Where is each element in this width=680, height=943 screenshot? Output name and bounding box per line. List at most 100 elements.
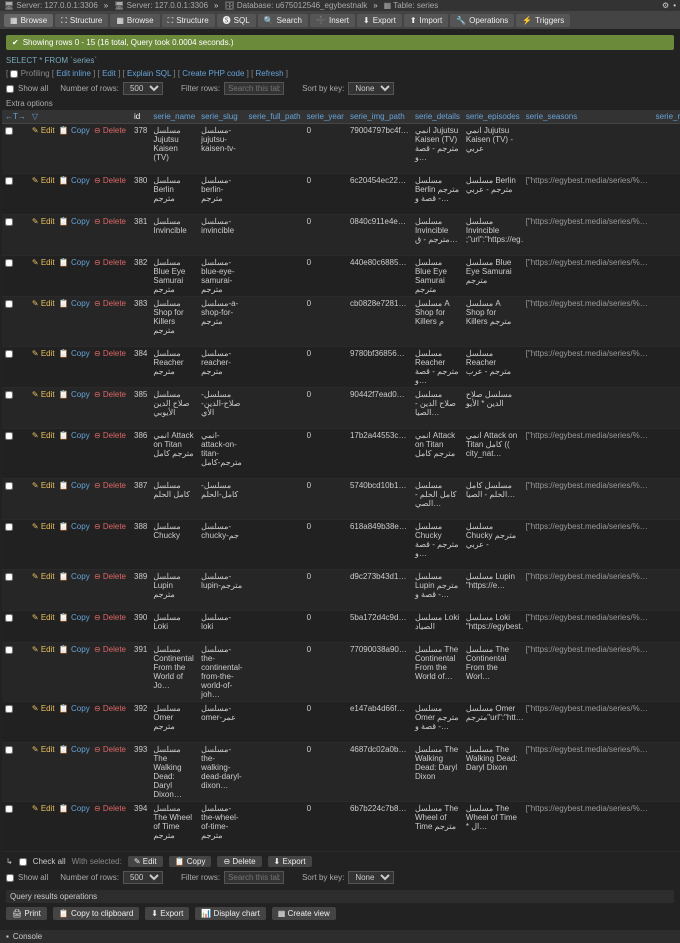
tab-operations[interactable]: 🔧 Operations — [450, 14, 514, 27]
bulk-export[interactable]: ⬇ Export — [268, 856, 312, 867]
check-all-checkbox[interactable] — [19, 858, 27, 866]
row-delete[interactable]: ⊖ Delete — [94, 390, 126, 399]
op-print[interactable]: 🖨 Print — [6, 907, 47, 920]
row-copy[interactable]: 📋 Copy — [59, 745, 90, 754]
tab-structure[interactable]: ⛶ Structure — [55, 14, 108, 27]
row-delete[interactable]: ⊖ Delete — [94, 572, 126, 581]
row-delete[interactable]: ⊖ Delete — [94, 804, 126, 813]
filter-input[interactable] — [224, 82, 284, 95]
tab-export[interactable]: ⬇ Export — [357, 14, 402, 27]
row-copy[interactable]: 📋 Copy — [59, 481, 90, 490]
row-copy[interactable]: 📋 Copy — [59, 126, 90, 135]
row-delete[interactable]: ⊖ Delete — [94, 613, 126, 622]
row-edit[interactable]: ✎ Edit — [32, 299, 55, 308]
row-delete[interactable]: ⊖ Delete — [94, 126, 126, 135]
tab-browse2[interactable]: ▦ Browse — [110, 14, 159, 27]
row-copy[interactable]: 📋 Copy — [59, 349, 90, 358]
row-delete[interactable]: ⊖ Delete — [94, 176, 126, 185]
col-fullpath[interactable]: serie_full_path — [246, 110, 304, 124]
row-edit[interactable]: ✎ Edit — [32, 258, 55, 267]
row-copy[interactable]: 📋 Copy — [59, 645, 90, 654]
row-checkbox[interactable] — [5, 523, 13, 531]
row-checkbox[interactable] — [5, 805, 13, 813]
bulk-edit[interactable]: ✎ Edit — [128, 856, 163, 867]
tab-triggers[interactable]: ⚡ Triggers — [516, 14, 570, 27]
row-edit[interactable]: ✎ Edit — [32, 176, 55, 185]
col-name[interactable]: serie_name — [150, 110, 198, 124]
row-copy[interactable]: 📋 Copy — [59, 176, 90, 185]
col-seasons[interactable]: serie_seasons — [523, 110, 653, 124]
row-checkbox[interactable] — [5, 259, 13, 267]
row-edit[interactable]: ✎ Edit — [32, 613, 55, 622]
row-delete[interactable]: ⊖ Delete — [94, 431, 126, 440]
link-php[interactable]: Create PHP code — [182, 69, 244, 78]
row-checkbox[interactable] — [5, 573, 13, 581]
row-delete[interactable]: ⊖ Delete — [94, 258, 126, 267]
row-checkbox[interactable] — [5, 614, 13, 622]
row-edit[interactable]: ✎ Edit — [32, 645, 55, 654]
show-all-checkbox-2[interactable] — [6, 874, 14, 882]
bulk-delete[interactable]: ⊖ Delete — [217, 856, 261, 867]
row-edit[interactable]: ✎ Edit — [32, 481, 55, 490]
row-copy[interactable]: 📋 Copy — [59, 704, 90, 713]
tab-search[interactable]: 🔍 Search — [258, 14, 308, 27]
op-chart[interactable]: 📊 Display chart — [195, 907, 265, 920]
link-refresh[interactable]: Refresh — [256, 69, 284, 78]
row-edit[interactable]: ✎ Edit — [32, 572, 55, 581]
tab-sql[interactable]: 🅢 SQL — [217, 14, 256, 27]
sort-select-2[interactable]: None — [348, 871, 394, 884]
row-copy[interactable]: 📋 Copy — [59, 613, 90, 622]
row-checkbox[interactable] — [5, 391, 13, 399]
tab-import[interactable]: ⬆ Import — [404, 14, 448, 27]
row-edit[interactable]: ✎ Edit — [32, 349, 55, 358]
row-copy[interactable]: 📋 Copy — [59, 299, 90, 308]
filter-input-2[interactable] — [224, 871, 284, 884]
row-checkbox[interactable] — [5, 218, 13, 226]
row-checkbox[interactable] — [5, 350, 13, 358]
crumb-table[interactable]: ▦ Table: series — [384, 1, 439, 10]
row-checkbox[interactable] — [5, 177, 13, 185]
row-edit[interactable]: ✎ Edit — [32, 126, 55, 135]
row-delete[interactable]: ⊖ Delete — [94, 645, 126, 654]
col-review[interactable]: serie_review_likes — [653, 110, 680, 124]
show-all-checkbox[interactable] — [6, 85, 14, 93]
op-export[interactable]: ⬇ Export — [145, 907, 189, 920]
op-view[interactable]: ▦ Create view — [272, 907, 336, 920]
row-edit[interactable]: ✎ Edit — [32, 390, 55, 399]
op-clipboard[interactable]: 📋 Copy to clipboard — [53, 907, 139, 920]
star-icon[interactable]: ⚙ — [662, 1, 669, 10]
row-copy[interactable]: 📋 Copy — [59, 804, 90, 813]
col-year[interactable]: serie_year — [304, 110, 347, 124]
col-episodes[interactable]: serie_episodes — [463, 110, 523, 124]
row-delete[interactable]: ⊖ Delete — [94, 299, 126, 308]
row-edit[interactable]: ✎ Edit — [32, 431, 55, 440]
tab-insert[interactable]: ➕ Insert — [310, 14, 355, 27]
row-copy[interactable]: 📋 Copy — [59, 522, 90, 531]
link-explain[interactable]: Explain SQL — [127, 69, 171, 78]
row-copy[interactable]: 📋 Copy — [59, 572, 90, 581]
row-delete[interactable]: ⊖ Delete — [94, 745, 126, 754]
col-id[interactable]: id — [131, 110, 150, 124]
row-delete[interactable]: ⊖ Delete — [94, 481, 126, 490]
row-copy[interactable]: 📋 Copy — [59, 258, 90, 267]
crumb-server[interactable]: 🖥 Server: 127.0.0.1:3306 — [4, 1, 98, 10]
row-checkbox[interactable] — [5, 646, 13, 654]
col-details[interactable]: serie_details — [412, 110, 463, 124]
rows-select[interactable]: 500 — [123, 82, 163, 95]
tab-browse[interactable]: ▦ Browse — [4, 14, 53, 27]
rows-select-2[interactable]: 500 — [123, 871, 163, 884]
footer-console[interactable]: ▪ Console — [0, 930, 680, 943]
profiling-checkbox[interactable] — [10, 70, 18, 78]
row-checkbox[interactable] — [5, 705, 13, 713]
row-checkbox[interactable] — [5, 746, 13, 754]
row-edit[interactable]: ✎ Edit — [32, 704, 55, 713]
col-slug[interactable]: serie_slug — [198, 110, 245, 124]
bulk-copy[interactable]: 📋 Copy — [169, 856, 212, 867]
row-edit[interactable]: ✎ Edit — [32, 522, 55, 531]
crumb-database[interactable]: 🗄 Database: u675012546_egybestnalk — [224, 1, 367, 10]
row-checkbox[interactable] — [5, 127, 13, 135]
row-edit[interactable]: ✎ Edit — [32, 804, 55, 813]
row-edit[interactable]: ✎ Edit — [32, 745, 55, 754]
row-checkbox[interactable] — [5, 432, 13, 440]
dot-icon[interactable]: • — [673, 1, 676, 10]
